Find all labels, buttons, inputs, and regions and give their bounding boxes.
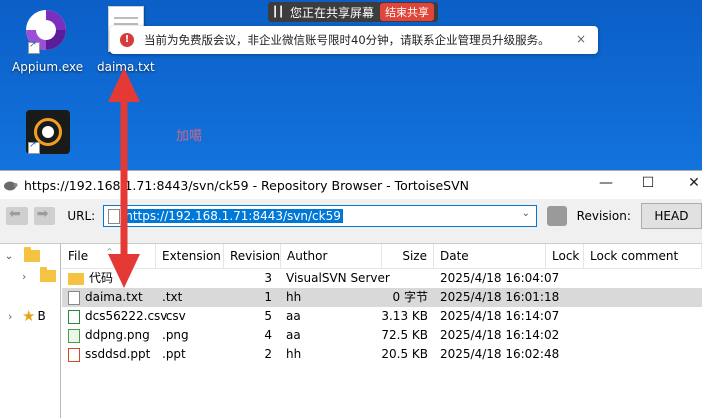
cell-file: ddpng.png: [85, 328, 150, 342]
maximize-button[interactable]: ☐: [638, 175, 658, 191]
file-list-header: File ^ Extension Revision Author Size Dat…: [62, 244, 702, 269]
cell-date: 2025/4/18 16:14:07: [440, 309, 560, 323]
column-header-extension[interactable]: Extension: [156, 244, 224, 268]
star-icon: ★: [22, 307, 36, 325]
url-label: URL:: [67, 209, 96, 223]
column-header-date[interactable]: Date: [434, 244, 546, 268]
cell-revision: 5: [264, 309, 272, 323]
png-file-icon: [68, 328, 80, 343]
tree-item-bookmarks[interactable]: › ★ B: [8, 306, 46, 326]
table-row[interactable]: ddpng.png .png 4 aa 72.5 KB 2025/4/18 16…: [62, 326, 702, 345]
cell-author: aa: [286, 309, 301, 323]
cell-size: 3.13 KB: [381, 309, 428, 323]
cell-author: hh: [286, 290, 302, 304]
url-input[interactable]: https://192.168.1.71:8443/svn/ck59: [123, 209, 343, 223]
column-header-size[interactable]: Size: [382, 244, 434, 268]
folder-icon: [40, 267, 56, 282]
cell-revision: 2: [264, 347, 272, 361]
cell-extension: .png: [162, 328, 189, 342]
shortcut-arrow-icon: [28, 40, 40, 54]
chevron-down-icon[interactable]: ⌄: [522, 208, 530, 219]
table-row[interactable]: 代码 3 VisualSVN Server 2025/4/18 16:04:07: [62, 269, 702, 288]
desktop-icon-label: daima.txt: [97, 60, 155, 74]
column-header-lock-comment[interactable]: Lock comment: [584, 244, 702, 268]
cell-file: dcs56222.csv: [85, 309, 168, 323]
table-row[interactable]: dcs56222.csv .csv 5 aa 3.13 KB 2025/4/18…: [62, 307, 702, 326]
error-icon: !: [120, 33, 134, 47]
toolbar: URL: https://192.168.1.71:8443/svn/ck59 …: [0, 199, 702, 233]
cell-extension: .txt: [162, 290, 183, 304]
browser-body: ⌄ › › ★ B File ^ Extension Revision Autho…: [0, 243, 702, 418]
revision-label: Revision:: [576, 209, 631, 223]
toast-message: 当前为免费版会议，非企业微信账号限时40分钟，请联系企业管理员升级服务。: [144, 33, 550, 47]
table-row-selected[interactable]: daima.txt .txt 1 hh 0 字节 2025/4/18 16:01…: [62, 288, 702, 307]
cell-size: 20.5 KB: [381, 347, 428, 361]
desktop-icon-label: Appium.exe: [12, 60, 84, 74]
back-arrow-icon[interactable]: [6, 206, 28, 225]
forward-arrow-icon[interactable]: [33, 206, 56, 225]
revision-picker-icon[interactable]: [546, 206, 567, 226]
close-icon[interactable]: ×: [576, 32, 586, 46]
csv-file-icon: [68, 309, 80, 324]
folder-icon: [24, 247, 40, 262]
cell-author: hh: [286, 347, 302, 361]
cell-author: VisualSVN Server: [286, 271, 390, 285]
cell-revision: 4: [264, 328, 272, 342]
minimize-button[interactable]: —: [596, 175, 616, 191]
cell-size: 0 字节: [392, 290, 428, 304]
cell-revision: 3: [264, 271, 272, 285]
cell-date: 2025/4/18 16:01:18: [440, 290, 560, 304]
cell-extension: .ppt: [162, 347, 186, 361]
url-combobox[interactable]: https://192.168.1.71:8443/svn/ck59 ⌄: [103, 205, 537, 227]
cell-size: 72.5 KB: [381, 328, 428, 342]
revision-head-button[interactable]: HEAD: [640, 203, 702, 229]
tree-item-child[interactable]: ›: [22, 266, 56, 286]
title-bar: https://192.168.1.71:8443/svn/ck59 - Rep…: [0, 171, 702, 199]
column-header-file[interactable]: File ^: [62, 244, 156, 268]
share-status-text: 您正在共享屏幕: [290, 5, 375, 20]
chevron-right-icon[interactable]: ›: [22, 270, 34, 283]
chevron-right-icon[interactable]: ›: [8, 310, 20, 323]
cell-date: 2025/4/18 16:14:02: [440, 328, 560, 342]
column-header-revision[interactable]: Revision: [224, 244, 281, 268]
cell-file: 代码: [89, 271, 114, 285]
repository-tree[interactable]: ⌄ › › ★ B: [0, 244, 61, 418]
ppt-file-icon: [68, 347, 80, 362]
tortoisesvn-icon: [4, 181, 18, 191]
tree-item-root[interactable]: ⌄: [2, 246, 40, 266]
cell-file: ssddsd.ppt: [85, 347, 151, 361]
cell-date: 2025/4/18 16:02:48: [440, 347, 560, 361]
screen-share-bar: ┃┃ 您正在共享屏幕 结束共享: [268, 2, 439, 22]
cell-author: aa: [286, 328, 301, 342]
table-row[interactable]: ssddsd.ppt .ppt 2 hh 20.5 KB 2025/4/18 1…: [62, 345, 702, 364]
folder-icon: [68, 272, 84, 285]
cell-date: 2025/4/18 16:04:07: [440, 271, 560, 285]
cell-extension: .csv: [162, 309, 186, 323]
cell-revision: 1: [264, 290, 272, 304]
chevron-down-icon[interactable]: ⌄: [2, 251, 16, 262]
stop-sharing-button[interactable]: 结束共享: [380, 3, 435, 21]
sort-ascending-icon: ^: [106, 247, 113, 256]
tree-item-label: B: [37, 309, 46, 323]
cell-file: daima.txt: [85, 290, 143, 304]
text-file-icon: [68, 290, 80, 305]
file-list[interactable]: File ^ Extension Revision Author Size Dat…: [62, 244, 702, 418]
column-header-author[interactable]: Author: [281, 244, 382, 268]
notification-toast: ! 当前为免费版会议，非企业微信账号限时40分钟，请联系企业管理员升级服务。 ×: [110, 26, 598, 54]
desktop-faint-label: 加噶: [176, 129, 203, 144]
document-icon: [108, 208, 121, 224]
close-button[interactable]: ✕: [684, 175, 702, 191]
shortcut-arrow-icon: [28, 140, 40, 154]
window-title: https://192.168.1.71:8443/svn/ck59 - Rep…: [24, 177, 469, 193]
repository-browser-window: https://192.168.1.71:8443/svn/ck59 - Rep…: [0, 170, 702, 418]
column-header-lock[interactable]: Lock: [546, 244, 584, 268]
share-grip-icon[interactable]: ┃┃: [272, 7, 284, 18]
